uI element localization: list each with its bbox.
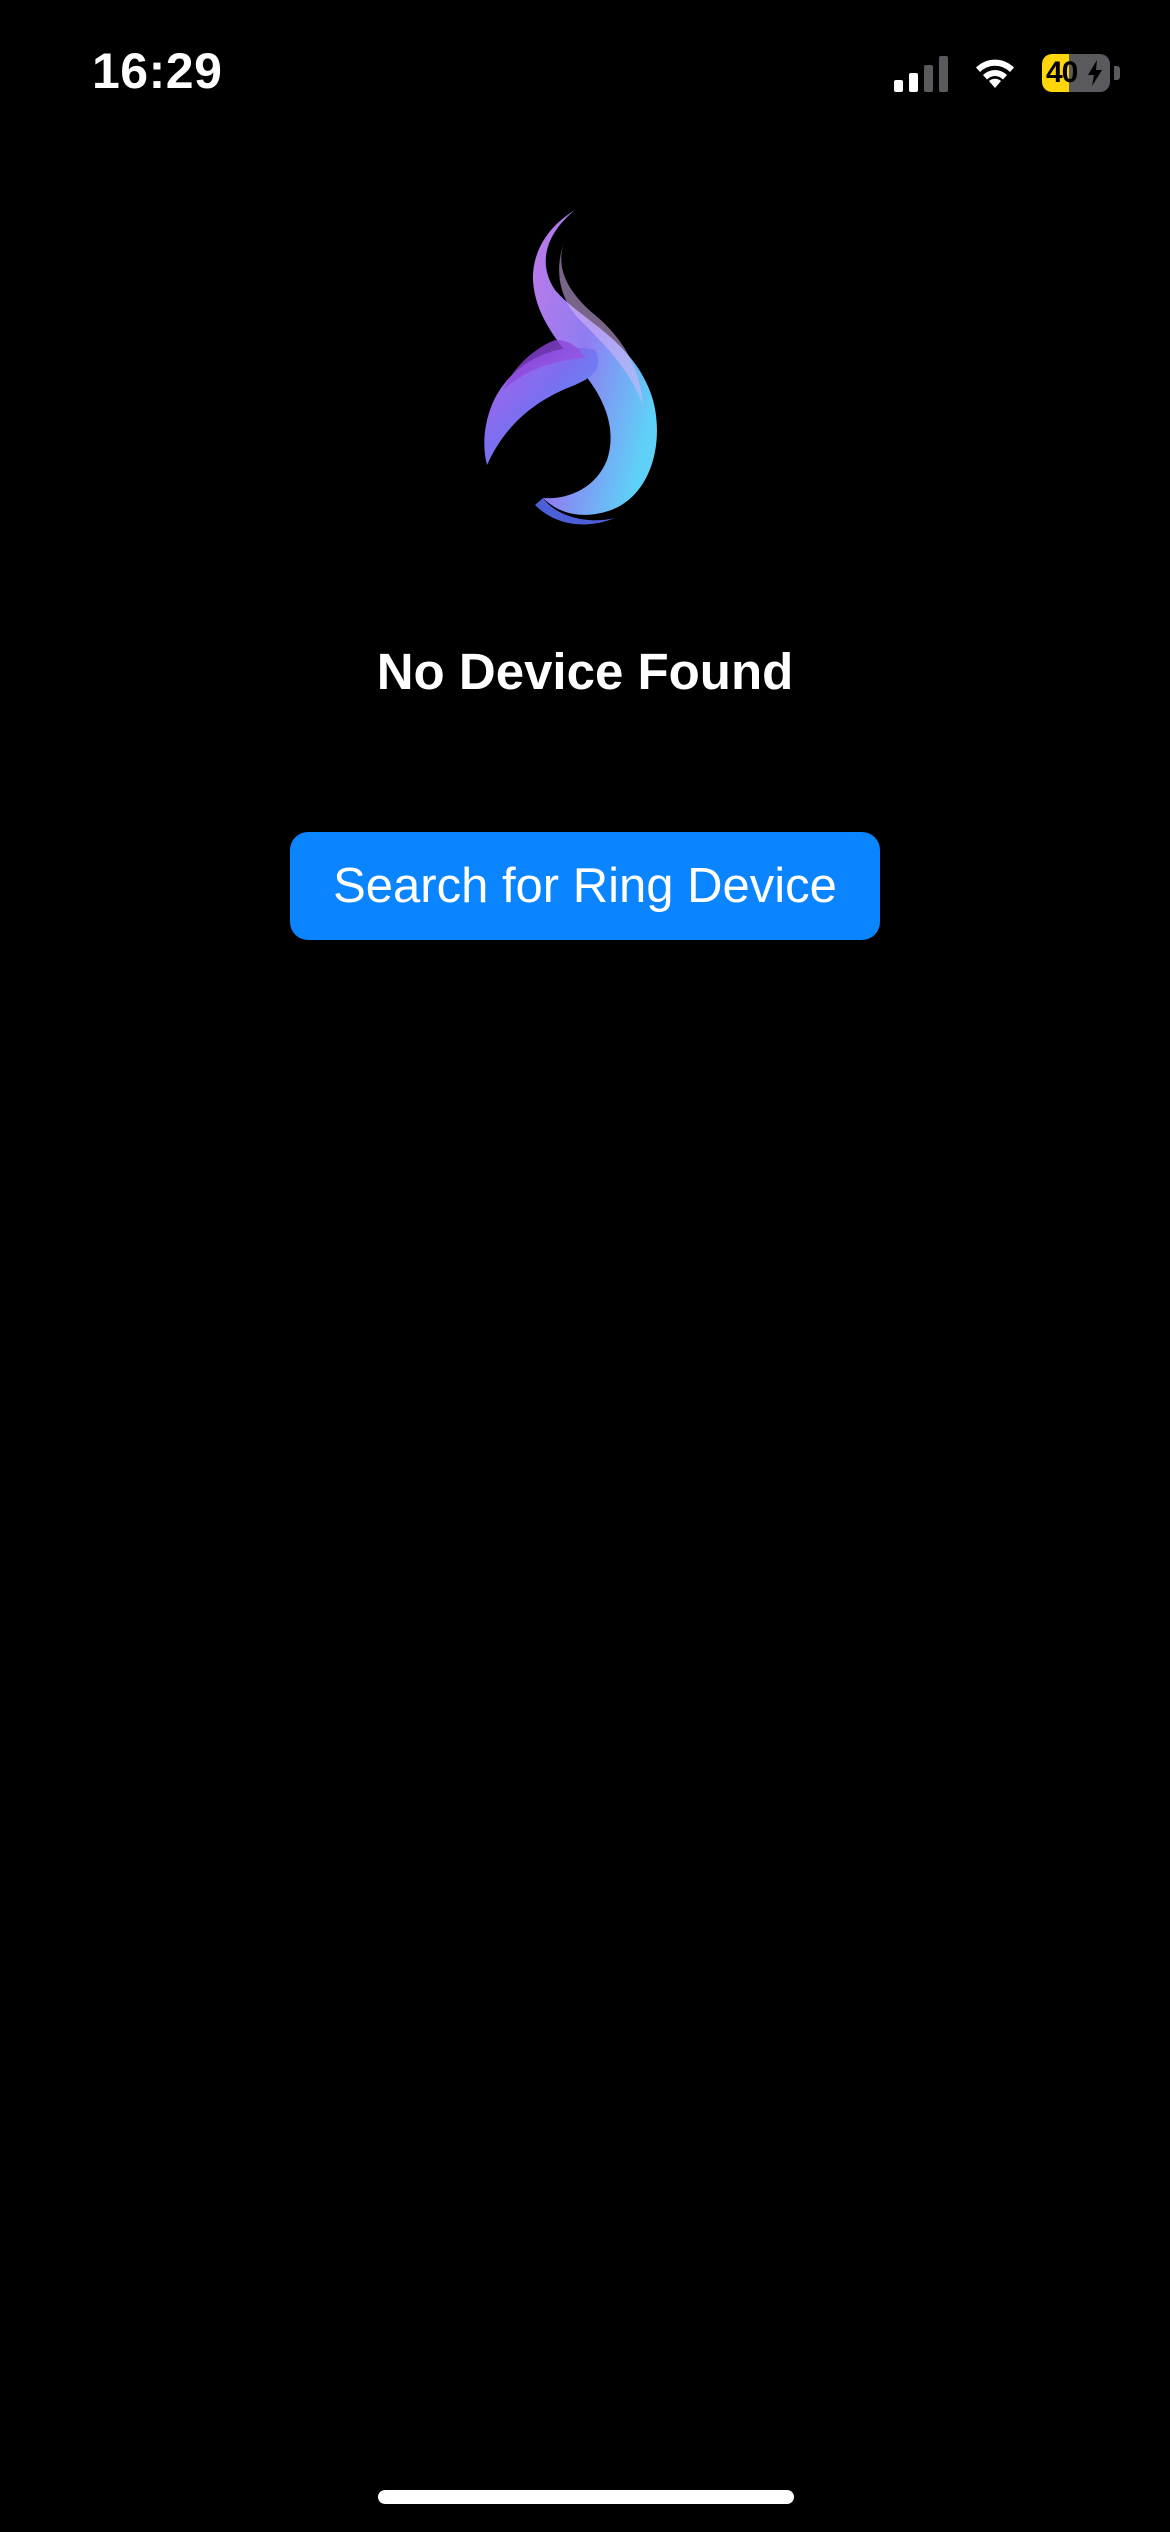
charging-bolt-icon <box>1088 60 1102 86</box>
search-button-label: Search for Ring Device <box>333 859 837 913</box>
battery-icon: 40 <box>1042 52 1120 94</box>
signal-bar <box>924 65 933 92</box>
battery-percent-label: 40 <box>1046 56 1078 89</box>
wifi-icon <box>970 54 1020 92</box>
signal-bar <box>909 73 918 92</box>
status-bar: 16:29 40 <box>0 0 1170 150</box>
home-indicator[interactable] <box>378 2490 794 2504</box>
signal-bar <box>939 56 948 92</box>
status-indicators: 40 <box>894 50 1120 96</box>
status-time: 16:29 <box>92 43 223 99</box>
cellular-signal-icon <box>894 54 948 92</box>
app-logo <box>455 200 725 560</box>
search-ring-device-button[interactable]: Search for Ring Device <box>290 832 880 940</box>
page-title: No Device Found <box>376 643 794 700</box>
signal-bar <box>894 80 903 92</box>
